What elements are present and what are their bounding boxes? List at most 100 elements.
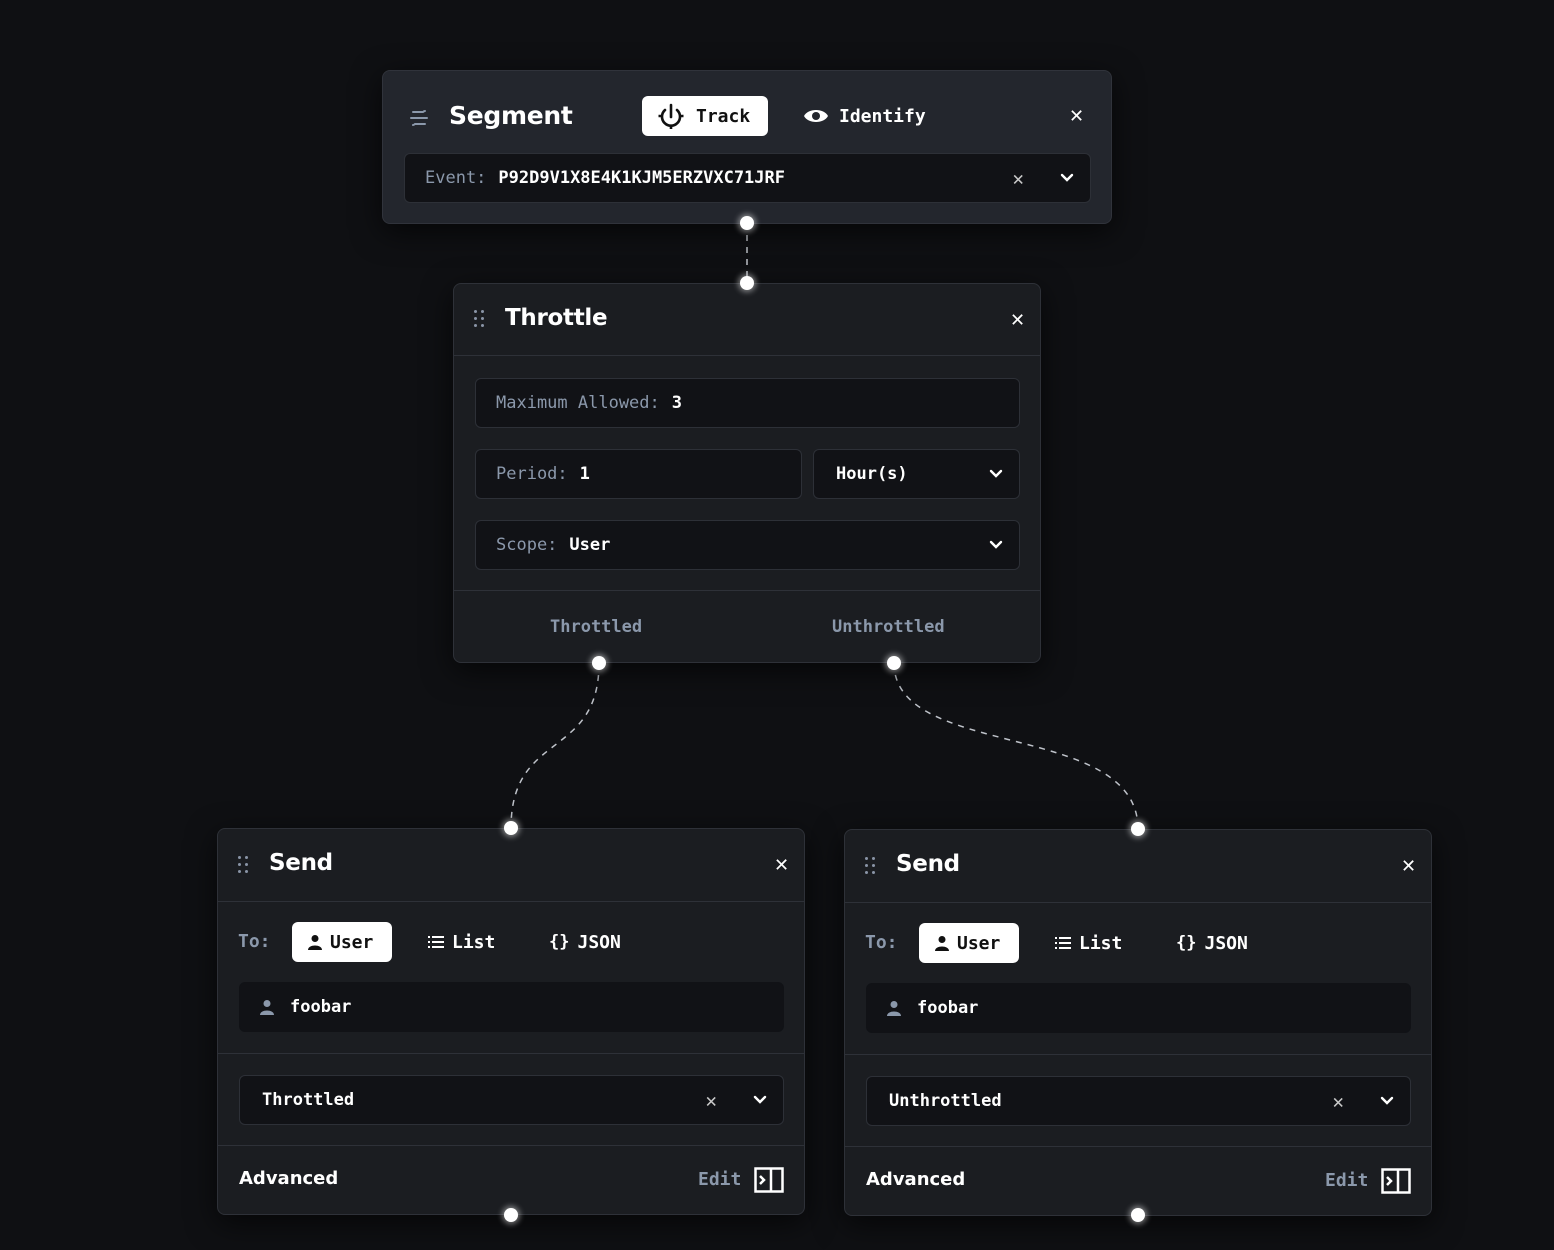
divider [454, 590, 1040, 591]
template-select[interactable]: Unthrottled ✕ [866, 1076, 1411, 1126]
clear-icon[interactable]: ✕ [706, 1090, 717, 1112]
send-input-port[interactable] [504, 821, 518, 835]
period-input[interactable]: Period: 1 [475, 449, 802, 499]
chevron-down-icon [989, 469, 1003, 479]
divider [218, 1145, 804, 1146]
unthrottled-output-port[interactable] [887, 656, 901, 670]
event-value: P92D9V1X8E4K1KJM5ERZVXC71JRF [498, 168, 785, 188]
edge-throttled-to-send [510, 662, 600, 829]
drag-handle-icon[interactable] [474, 310, 486, 330]
period-value: 1 [579, 464, 590, 484]
recipient-value: foobar [917, 998, 979, 1018]
braces-icon: {} [1176, 933, 1197, 953]
event-label: Event: [425, 168, 487, 188]
list-icon [428, 935, 444, 949]
chevron-down-icon [989, 540, 1003, 550]
recipient-input[interactable]: foobar [866, 983, 1411, 1033]
send-output-port[interactable] [504, 1208, 518, 1222]
segment-output-port[interactable] [740, 216, 754, 230]
advanced-label: Advanced [866, 1169, 966, 1190]
maximum-allowed-input[interactable]: Maximum Allowed: 3 [475, 378, 1020, 428]
throttle-title: Throttle [505, 305, 608, 331]
template-value: Unthrottled [889, 1091, 1002, 1111]
to-json-button[interactable]: {} JSON [533, 922, 637, 962]
send-node[interactable]: Send ✕ To: User List {} JSON foobar Thro… [217, 828, 805, 1215]
segment-logo-icon [409, 107, 429, 129]
maximum-allowed-label: Maximum Allowed: [496, 393, 660, 413]
send-node[interactable]: Send ✕ To: User List {} JSON foobar Unth… [844, 829, 1432, 1216]
throttle-input-port[interactable] [740, 276, 754, 290]
chevron-down-icon[interactable] [1380, 1096, 1394, 1106]
period-unit-value: Hour(s) [836, 464, 908, 484]
maximum-allowed-value: 3 [671, 393, 683, 413]
divider [845, 902, 1431, 903]
to-json-button[interactable]: {} JSON [1160, 923, 1264, 963]
divider [218, 901, 804, 902]
to-user-label: User [330, 931, 374, 953]
recipient-value: foobar [290, 997, 352, 1017]
clear-icon[interactable]: ✕ [1333, 1091, 1344, 1113]
clear-icon[interactable]: ✕ [1013, 168, 1024, 190]
to-json-label: JSON [1204, 932, 1248, 954]
chevron-down-icon[interactable] [1060, 173, 1074, 183]
track-icon [656, 101, 686, 131]
divider [845, 1146, 1431, 1147]
to-user-button[interactable]: User [292, 922, 392, 962]
event-select[interactable]: Event: P92D9V1X8E4K1KJM5ERZVXC71JRF ✕ [404, 153, 1091, 203]
segment-node[interactable]: Segment Track Identify ✕ Event: P92D9V1X… [382, 70, 1112, 224]
to-label: To: [238, 931, 271, 952]
period-unit-select[interactable]: Hour(s) [813, 449, 1020, 499]
send-close-icon[interactable]: ✕ [1401, 858, 1416, 876]
user-icon [308, 934, 322, 950]
divider [845, 1054, 1431, 1055]
send-close-icon[interactable]: ✕ [774, 857, 789, 875]
throttled-output-port[interactable] [592, 656, 606, 670]
template-value: Throttled [262, 1090, 355, 1110]
to-json-label: JSON [577, 931, 621, 953]
to-label: To: [865, 932, 898, 953]
template-select[interactable]: Throttled ✕ [239, 1075, 784, 1125]
period-label: Period: [496, 464, 568, 484]
output-label-unthrottled: Unthrottled [832, 617, 945, 637]
user-icon [260, 999, 274, 1015]
edit-button[interactable]: Edit [1325, 1170, 1368, 1191]
eye-icon [803, 107, 829, 125]
to-list-label: List [1079, 932, 1123, 954]
user-icon [887, 1000, 901, 1016]
send-title: Send [269, 850, 333, 876]
scope-label: Scope: [496, 535, 558, 555]
drag-handle-icon[interactable] [865, 857, 877, 877]
list-icon [1055, 936, 1071, 950]
chevron-down-icon[interactable] [753, 1095, 767, 1105]
to-list-button[interactable]: List [1039, 923, 1138, 963]
send-input-port[interactable] [1131, 822, 1145, 836]
to-list-button[interactable]: List [412, 922, 511, 962]
identify-mode-button[interactable]: Identify [803, 96, 943, 136]
send-output-port[interactable] [1131, 1208, 1145, 1222]
throttle-close-icon[interactable]: ✕ [1010, 312, 1025, 330]
divider [454, 355, 1040, 356]
edit-button[interactable]: Edit [698, 1169, 741, 1190]
advanced-label: Advanced [239, 1168, 339, 1189]
output-label-throttled: Throttled [550, 617, 643, 637]
panel-open-icon[interactable] [754, 1167, 784, 1193]
track-mode-button[interactable]: Track [642, 96, 768, 136]
segment-close-icon[interactable]: ✕ [1069, 108, 1084, 126]
braces-icon: {} [549, 932, 570, 952]
identify-mode-label: Identify [839, 105, 926, 127]
panel-open-icon[interactable] [1381, 1168, 1411, 1194]
recipient-input[interactable]: foobar [239, 982, 784, 1032]
scope-select[interactable]: Scope: User [475, 520, 1020, 570]
drag-handle-icon[interactable] [238, 856, 250, 876]
edge-unthrottled-to-send [893, 662, 1139, 830]
to-list-label: List [452, 931, 496, 953]
send-title: Send [896, 851, 960, 877]
scope-value: User [569, 535, 611, 555]
track-mode-label: Track [696, 105, 751, 127]
segment-title: Segment [449, 101, 573, 130]
divider [218, 1053, 804, 1054]
to-user-button[interactable]: User [919, 923, 1019, 963]
to-user-label: User [957, 932, 1001, 954]
throttle-node[interactable]: Throttle ✕ Maximum Allowed: 3 Period: 1 … [453, 283, 1041, 663]
user-icon [935, 935, 949, 951]
